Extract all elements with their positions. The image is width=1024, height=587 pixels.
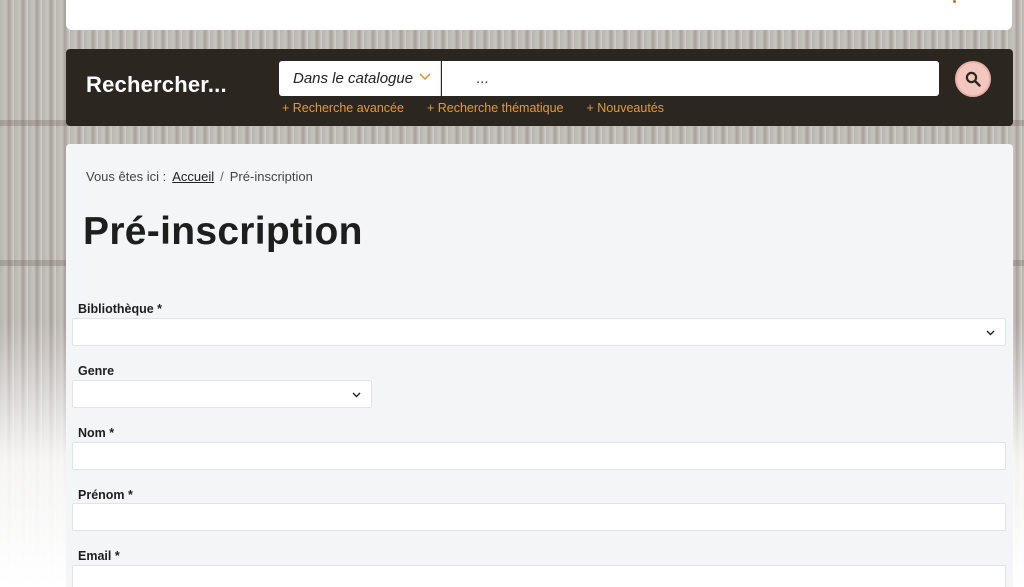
search-icon: [965, 71, 981, 87]
email-input[interactable]: [72, 565, 1006, 587]
breadcrumb-prefix: Vous êtes ici :: [86, 169, 167, 184]
genre-select[interactable]: [72, 380, 372, 408]
breadcrumb-separator: /: [220, 169, 224, 184]
search-scope-value: Dans le catalogue: [293, 70, 414, 87]
thematic-search-link[interactable]: + Recherche thématique: [427, 101, 564, 115]
search-button[interactable]: [955, 61, 991, 97]
search-scope-select[interactable]: Dans le catalogue: [279, 61, 441, 96]
nom-label: Nom *: [78, 426, 115, 440]
search-title: Rechercher...: [86, 72, 227, 97]
email-label: Email *: [78, 549, 120, 563]
page-title: Pré-inscription: [83, 210, 363, 253]
breadcrumb-current: Pré-inscription: [229, 169, 313, 184]
prenom-input[interactable]: [72, 503, 1006, 531]
advanced-search-link[interactable]: + Recherche avancée: [282, 101, 404, 115]
chevron-down-icon: [986, 330, 995, 336]
bibliotheque-label: Bibliothèque *: [78, 302, 163, 316]
bibliotheque-select[interactable]: [72, 318, 1006, 346]
search-links: + Recherche avancée + Recherche thématiq…: [282, 101, 664, 115]
breadcrumb-home-link[interactable]: Accueil: [172, 169, 214, 184]
genre-label: Genre: [78, 364, 115, 378]
breadcrumb: Vous êtes ici : Accueil / Pré-inscriptio…: [86, 169, 313, 184]
search-bar: Rechercher... Dans le catalogue + Recher…: [66, 49, 1013, 126]
chevron-down-icon: [419, 73, 431, 81]
header-strip: [66, 0, 1012, 30]
new-arrivals-link[interactable]: + Nouveautés: [587, 101, 664, 115]
nom-input[interactable]: [72, 442, 1006, 470]
header-dot: [953, 0, 956, 3]
content-card: Vous êtes ici : Accueil / Pré-inscriptio…: [66, 144, 1013, 587]
prenom-label: Prénom *: [78, 488, 133, 502]
search-input[interactable]: [442, 61, 939, 96]
chevron-down-icon: [352, 392, 361, 398]
